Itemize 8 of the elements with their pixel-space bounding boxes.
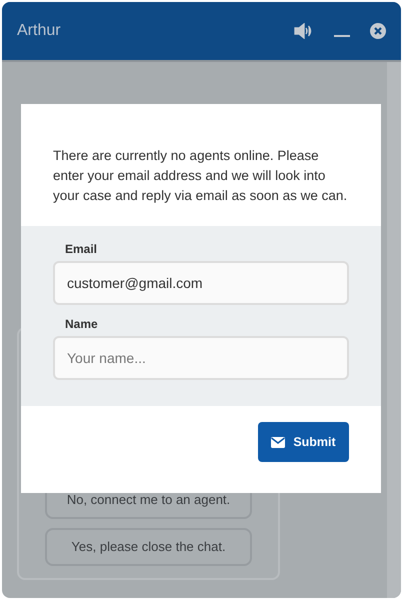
field-label: Email: [65, 241, 98, 258]
dialog-message: There are currently no agents online. Please enter your email address and we will look into your case and reply via email as soon as we can.: [52, 147, 348, 205]
field-label: Name: [65, 316, 99, 333]
text-field[interactable]: Your name...: [53, 336, 349, 380]
window-title: Arthur: [17, 21, 62, 41]
text-field[interactable]: customer@gmail.com: [53, 261, 349, 305]
submit-button[interactable]: Submit: [258, 422, 349, 462]
quick-reply-button[interactable]: Yes, please close the chat.: [45, 528, 252, 566]
